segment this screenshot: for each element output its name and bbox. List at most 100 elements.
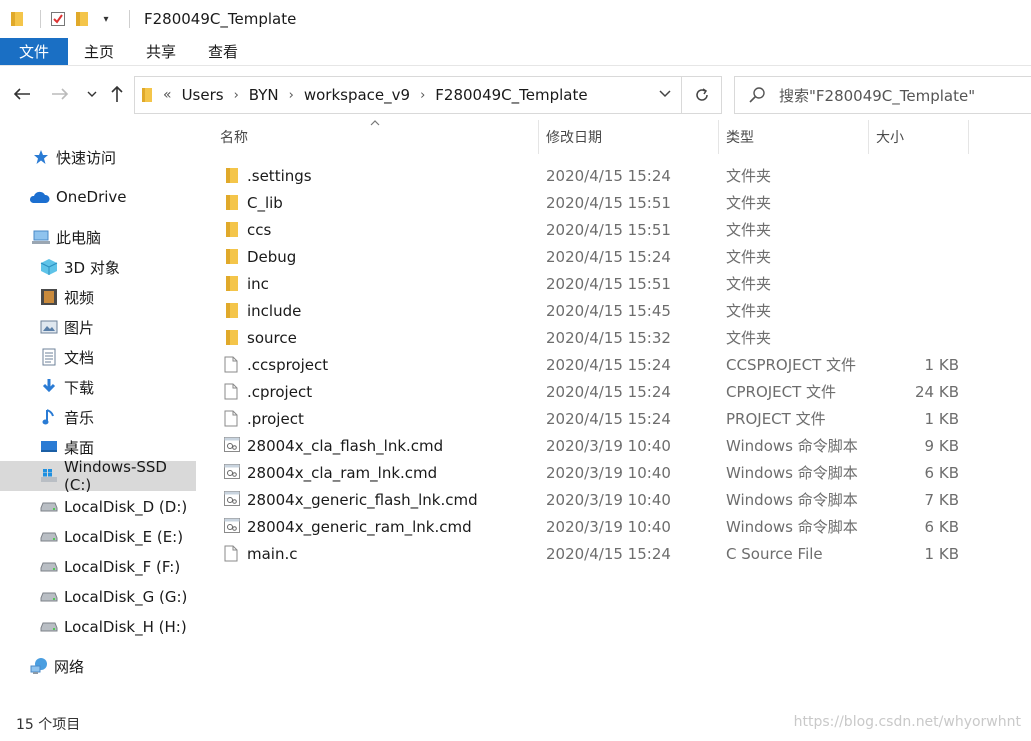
file-row[interactable]: main.c 2020/4/15 15:24 C Source File 1 KB [214,540,974,567]
tab-file[interactable]: 文件 [0,38,68,65]
file-row[interactable]: 28004x_cla_ram_lnk.cmd 2020/3/19 10:40 Win… [214,459,974,486]
file-size: 7 KB [924,490,959,509]
search-icon [749,87,765,103]
sidebar-item-this-pc[interactable]: 此电脑 [0,222,196,252]
tab-home[interactable]: 主页 [68,38,130,65]
column-divider[interactable] [718,120,719,154]
customize-toolbar-icon[interactable]: ▾ [97,10,115,28]
search-box[interactable]: 搜索"F280049C_Template" [734,76,1031,114]
tab-view[interactable]: 查看 [192,38,254,65]
column-header-date[interactable]: 修改日期 [546,120,718,154]
breadcrumb-current[interactable]: F280049C_Template [435,86,587,104]
file-size: 9 KB [924,436,959,455]
file-date: 2020/3/19 10:40 [546,463,671,482]
sidebar-item-localdisk-d[interactable]: LocalDisk_D (D:) [0,492,196,522]
file-name: 28004x_cla_ram_lnk.cmd [247,463,438,482]
column-header-name[interactable]: 名称 [220,120,538,154]
sidebar-item-label: 桌面 [64,438,95,457]
sidebar-item-music[interactable]: 音乐 [0,402,196,432]
file-row[interactable]: 28004x_cla_flash_lnk.cmd 2020/3/19 10:40 W… [214,432,974,459]
file-row[interactable]: source 2020/4/15 15:32 文件夹 [214,324,974,351]
address-dropdown-icon[interactable] [659,87,671,102]
file-type: 文件夹 [726,275,772,293]
sidebar-item-windows-ssd[interactable]: Windows-SSD (C:) [0,458,196,494]
file-row[interactable]: 28004x_generic_ram_lnk.cmd 2020/3/19 10:4… [214,513,974,540]
breadcrumb-byn[interactable]: BYN [249,86,279,104]
column-header-type[interactable]: 类型 [726,120,868,154]
file-size: 6 KB [924,517,959,536]
search-input[interactable]: 搜索"F280049C_Template" [779,85,975,106]
folder-icon[interactable] [8,10,26,28]
sidebar-item-localdisk-e[interactable]: LocalDisk_E (E:) [0,522,196,552]
file-type: C Source File [726,544,823,563]
computer-icon [32,228,50,246]
breadcrumb-workspace[interactable]: workspace_v9 [304,86,410,104]
file-row[interactable]: include 2020/4/15 15:45 文件夹 [214,297,974,324]
breadcrumb-users[interactable]: Users [182,86,224,104]
folder-icon [224,167,240,184]
sidebar-item-documents[interactable]: 文档 [0,342,196,372]
file-row[interactable]: Debug 2020/4/15 15:24 文件夹 [214,243,974,270]
file-row[interactable]: C_lib 2020/4/15 15:51 文件夹 [214,189,974,216]
sidebar-item-downloads[interactable]: 下载 [0,372,196,402]
file-type: CPROJECT 文件 [726,383,837,401]
sidebar-item-onedrive[interactable]: OneDrive [0,182,196,212]
sidebar-item-label: 下载 [64,378,95,397]
toolbar-divider [40,10,41,28]
file-date: 2020/3/19 10:40 [546,436,671,455]
file-type: Windows 命令脚本 [726,464,858,482]
sidebar-item-videos[interactable]: 视频 [0,282,196,312]
properties-icon[interactable] [49,10,67,28]
file-name: .ccsproject [247,355,329,374]
refresh-icon[interactable] [682,76,722,114]
file-name: .cproject [247,382,313,401]
overflow-chevron[interactable]: « [163,87,172,103]
folder-icon [224,302,240,319]
up-arrow-icon[interactable] [103,80,131,108]
file-row[interactable]: inc 2020/4/15 15:51 文件夹 [214,270,974,297]
sidebar-item-quick-access[interactable]: 快速访问 [0,142,196,172]
sidebar-item-localdisk-h[interactable]: LocalDisk_H (H:) [0,612,196,642]
column-divider[interactable] [968,120,969,154]
address-bar[interactable]: « Users › BYN › workspace_v9 › F280049C_… [134,76,682,114]
music-icon [40,408,58,426]
sidebar-item-label: LocalDisk_G (G:) [64,588,188,606]
file-date: 2020/4/15 15:45 [546,301,671,320]
cloud-icon [28,188,50,206]
new-folder-icon[interactable] [73,10,91,28]
column-divider[interactable] [538,120,539,154]
recent-locations-chevron-icon[interactable] [78,80,106,108]
column-header-size[interactable]: 大小 [876,120,968,154]
file-row[interactable]: .cproject 2020/4/15 15:24 CPROJECT 文件 24 KB [214,378,974,405]
file-name: inc [247,274,269,293]
file-row[interactable]: .ccsproject 2020/4/15 15:24 CCSPROJECT 文件 1… [214,351,974,378]
file-row[interactable]: 28004x_generic_flash_lnk.cmd 2020/3/19 10… [214,486,974,513]
file-row[interactable]: .settings 2020/4/15 15:24 文件夹 [214,162,974,189]
file-size: 6 KB [924,463,959,482]
chevron-right-icon[interactable]: › [420,88,425,103]
sidebar-item-network[interactable]: 网络 [0,651,196,681]
title-bar: ▾ F280049C_Template [0,0,1031,38]
windows-drive-icon [40,467,58,485]
sidebar-item-localdisk-g[interactable]: LocalDisk_G (G:) [0,582,196,612]
file-row[interactable]: .project 2020/4/15 15:24 PROJECT 文件 1 KB [214,405,974,432]
document-icon [40,348,58,366]
file-row[interactable]: ccs 2020/4/15 15:51 文件夹 [214,216,974,243]
back-arrow-icon[interactable] [8,80,36,108]
sidebar-item-pictures[interactable]: 图片 [0,312,196,342]
toolbar-divider [129,10,130,28]
column-divider[interactable] [868,120,869,154]
sidebar-item-3d-objects[interactable]: 3D 对象 [0,252,196,282]
file-date: 2020/3/19 10:40 [546,490,671,509]
tab-share[interactable]: 共享 [130,38,192,65]
blank-file-icon [224,410,240,427]
sidebar-item-label: 此电脑 [56,228,102,247]
folder-icon [224,221,240,238]
chevron-right-icon[interactable]: › [289,88,294,103]
drive-icon [40,588,58,606]
forward-arrow-icon[interactable] [46,80,74,108]
chevron-right-icon[interactable]: › [234,88,239,103]
sidebar-item-label: 视频 [64,288,95,307]
cube-icon [40,258,58,276]
sidebar-item-localdisk-f[interactable]: LocalDisk_F (F:) [0,552,196,582]
